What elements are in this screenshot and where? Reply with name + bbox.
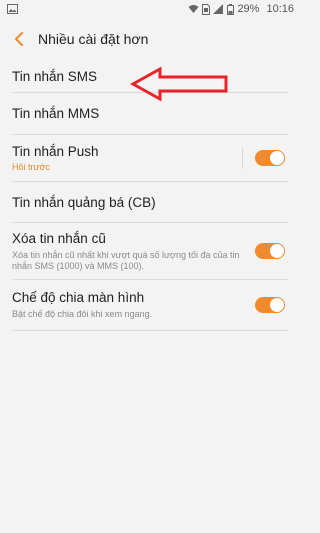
delete-old-toggle[interactable] [255,243,285,259]
settings-item-description: Xóa tin nhắn cũ nhất khi vượt quá số lượ… [12,249,240,271]
toggle-knob [270,298,284,312]
settings-item-description: Bật chế độ chia đôi khi xem ngang. [12,309,153,319]
toggle-knob [270,151,284,165]
back-button[interactable] [3,18,35,60]
push-toggle[interactable] [255,150,285,166]
split-screen-toggle[interactable] [255,297,285,313]
settings-item-status: Hỏi trước [12,161,50,172]
settings-item-label: Tin nhắn Push [12,143,99,159]
clock: 10:16 [266,3,294,15]
signal-icon [213,4,224,14]
wifi-icon [188,5,199,13]
settings-item-delete-old[interactable]: Xóa tin nhắn cũ Xóa tin nhắn cũ nhất khi… [0,223,300,279]
settings-item-label: Tin nhắn quảng bá (CB) [12,194,156,210]
settings-item-cb[interactable]: Tin nhắn quảng bá (CB) [0,182,300,222]
image-icon [7,4,18,14]
divider [12,330,288,331]
toggle-knob [270,244,284,258]
settings-item-label: Xóa tin nhắn cũ [12,230,106,246]
settings-item-label: Tin nhắn MMS [12,106,100,121]
status-bar: 29% 10:16 [0,0,300,18]
chevron-left-icon [15,32,23,46]
page-title: Nhiều cài đặt hơn [38,31,149,47]
settings-item-push[interactable]: Tin nhắn Push Hỏi trước [0,135,300,181]
settings-item-label: Chế độ chia màn hình [12,290,145,305]
app-bar: Nhiều cài đặt hơn [0,18,300,60]
vertical-divider [242,147,243,169]
settings-item-split-screen[interactable]: Chế độ chia màn hình Bật chế độ chia đôi… [0,280,300,330]
battery-percent: 29% [237,3,260,15]
annotation-arrow-icon [130,66,228,102]
battery-icon [227,3,235,15]
sim-icon [202,3,211,15]
